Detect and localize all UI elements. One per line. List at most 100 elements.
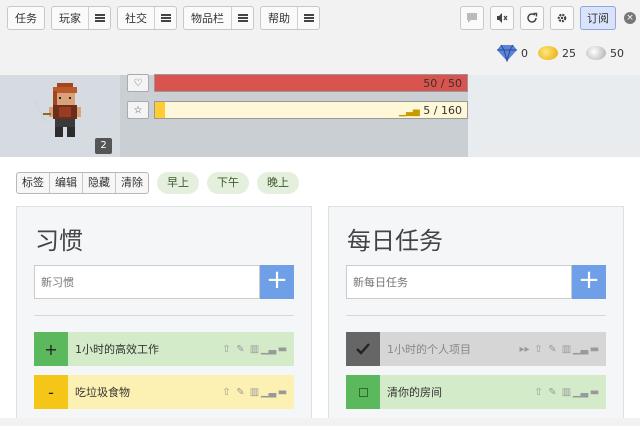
new-habit-row: + <box>34 265 294 299</box>
comment-icon[interactable]: ▬ <box>589 344 600 355</box>
stats-panel: ♡ 50 / 50 ☆ ▁▃▅ 5 / 160 <box>120 74 468 157</box>
daily-checkbox[interactable] <box>346 332 380 366</box>
xp-bar-fill <box>155 102 165 118</box>
habits-column: 习惯 + + 1小时的高效工作 ⇧ ✎ ▥ ▁▃ ▬ - 吃垃圾食物 ⇧ ✎ ▥… <box>16 206 312 421</box>
edit-icon[interactable]: ✎ <box>547 344 558 355</box>
nav-player[interactable]: 玩家 <box>51 6 111 30</box>
habit-item[interactable]: + 1小时的高效工作 ⇧ ✎ ▥ ▁▃ ▬ <box>34 332 294 366</box>
stats-icon[interactable]: ▁▃ <box>261 344 276 355</box>
edit-icon[interactable]: ✎ <box>235 344 246 355</box>
new-habit-input[interactable] <box>34 265 260 299</box>
comment-icon[interactable]: ▬ <box>589 387 600 398</box>
avatar-area: 2 <box>0 75 120 157</box>
push-top-icon[interactable]: ⇧ <box>533 344 544 355</box>
edit-icon[interactable]: ✎ <box>235 387 246 398</box>
filter-tags[interactable]: 标签 <box>17 173 50 193</box>
nav-player-label: 玩家 <box>59 12 81 25</box>
habit-minus-button[interactable]: - <box>34 375 68 409</box>
stats-icon[interactable]: ▁▃ <box>261 387 276 398</box>
add-daily-button[interactable]: + <box>572 265 606 299</box>
level-badge: 2 <box>95 138 112 154</box>
menu-icon[interactable] <box>231 7 253 29</box>
add-habit-button[interactable]: + <box>260 265 294 299</box>
push-top-icon[interactable]: ⇧ <box>533 387 544 398</box>
habit-label: 1小时的高效工作 <box>75 343 159 356</box>
gold-coin-icon <box>538 46 558 60</box>
filter-bar: 标签 编辑 隐藏 清除 早上 下午 晚上 <box>16 172 299 194</box>
mute-button[interactable] <box>490 6 514 30</box>
silver-coin-icon <box>586 46 606 60</box>
habit-plus-button[interactable]: + <box>34 332 68 366</box>
task-actions: ▸▸ ⇧ ✎ ▥ ▁▃ ▬ <box>519 344 606 355</box>
nav-help[interactable]: 帮助 <box>260 6 320 30</box>
daily-item[interactable]: 1小时的个人项目 ▸▸ ⇧ ✎ ▥ ▁▃ ▬ <box>346 332 606 366</box>
stats-icon[interactable]: ▁▃ <box>573 387 588 398</box>
habit-item[interactable]: - 吃垃圾食物 ⇧ ✎ ▥ ▁▃ ▬ <box>34 375 294 409</box>
nav-social[interactable]: 社交 <box>117 6 177 30</box>
nav-inventory-label: 物品栏 <box>191 12 224 25</box>
close-icon[interactable]: × <box>624 12 636 24</box>
sync-icon <box>527 12 538 23</box>
xp-bar: ▁▃▅ 5 / 160 <box>154 101 468 119</box>
xp-text: ▁▃▅ 5 / 160 <box>399 104 462 117</box>
xp-row: ☆ ▁▃▅ 5 / 160 <box>127 101 468 119</box>
subscribe-button[interactable]: 订阅 <box>580 6 616 30</box>
toolbar: 订阅 × <box>460 6 636 30</box>
daily-checkbox[interactable] <box>346 375 380 409</box>
gear-icon <box>557 13 567 23</box>
filter-morning[interactable]: 早上 <box>157 172 199 194</box>
edit-icon[interactable]: ✎ <box>547 387 558 398</box>
nav-social-label: 社交 <box>125 12 147 25</box>
daily-label: 1小时的个人项目 <box>387 343 471 356</box>
task-actions: ⇧ ✎ ▥ ▁▃ ▬ <box>221 344 294 355</box>
hero-header: 2 ♡ 50 / 50 ☆ ▁▃▅ 5 / 160 <box>0 74 640 157</box>
filter-afternoon[interactable]: 下午 <box>207 172 249 194</box>
dailies-column: 每日任务 + 1小时的个人项目 ▸▸ ⇧ ✎ ▥ ▁▃ ▬ 清你的房间 ⇧ ✎ … <box>328 206 624 421</box>
mute-icon <box>497 13 508 23</box>
heart-icon: ♡ <box>127 74 149 92</box>
trash-icon[interactable]: ▥ <box>249 344 260 355</box>
chat-button[interactable] <box>460 6 484 30</box>
daily-item[interactable]: 清你的房间 ⇧ ✎ ▥ ▁▃ ▬ <box>346 375 606 409</box>
filter-edit[interactable]: 编辑 <box>50 173 83 193</box>
new-daily-input[interactable] <box>346 265 572 299</box>
sync-button[interactable] <box>520 6 544 30</box>
settings-button[interactable] <box>550 6 574 30</box>
push-top-icon[interactable]: ⇧ <box>221 344 232 355</box>
stats-icon[interactable]: ▁▃ <box>573 344 588 355</box>
signal-icon: ▁▃▅ <box>399 107 420 117</box>
new-daily-row: + <box>346 265 606 299</box>
star-icon: ☆ <box>127 101 149 119</box>
forward-icon[interactable]: ▸▸ <box>519 344 530 355</box>
daily-label: 清你的房间 <box>387 386 442 399</box>
habit-label: 吃垃圾食物 <box>75 386 130 399</box>
check-icon <box>356 343 370 355</box>
menu-icon[interactable] <box>88 7 110 29</box>
trash-icon[interactable]: ▥ <box>561 387 572 398</box>
task-actions: ⇧ ✎ ▥ ▁▃ ▬ <box>221 387 294 398</box>
checkbox-icon <box>358 387 368 397</box>
filter-evening[interactable]: 晚上 <box>257 172 299 194</box>
health-bar: 50 / 50 <box>154 74 468 92</box>
silver-count: 50 <box>610 46 624 60</box>
bottom-strip <box>0 418 640 426</box>
tag-filter-group: 标签 编辑 隐藏 清除 <box>16 172 149 194</box>
avatar[interactable] <box>33 79 93 143</box>
comment-icon[interactable]: ▬ <box>277 344 288 355</box>
trash-icon[interactable]: ▥ <box>249 387 260 398</box>
gem-icon <box>497 44 517 62</box>
filter-clear[interactable]: 清除 <box>116 173 148 193</box>
menu-icon[interactable] <box>154 7 176 29</box>
health-row: ♡ 50 / 50 <box>127 74 468 92</box>
divider <box>34 315 294 316</box>
health-bar-fill <box>155 75 467 91</box>
chat-icon <box>467 13 477 23</box>
push-top-icon[interactable]: ⇧ <box>221 387 232 398</box>
subscribe-label: 订阅 <box>587 12 609 25</box>
nav-tasks[interactable]: 任务 <box>7 6 45 30</box>
trash-icon[interactable]: ▥ <box>561 344 572 355</box>
comment-icon[interactable]: ▬ <box>277 387 288 398</box>
menu-icon[interactable] <box>297 7 319 29</box>
nav-inventory[interactable]: 物品栏 <box>183 6 254 30</box>
filter-hide[interactable]: 隐藏 <box>83 173 116 193</box>
